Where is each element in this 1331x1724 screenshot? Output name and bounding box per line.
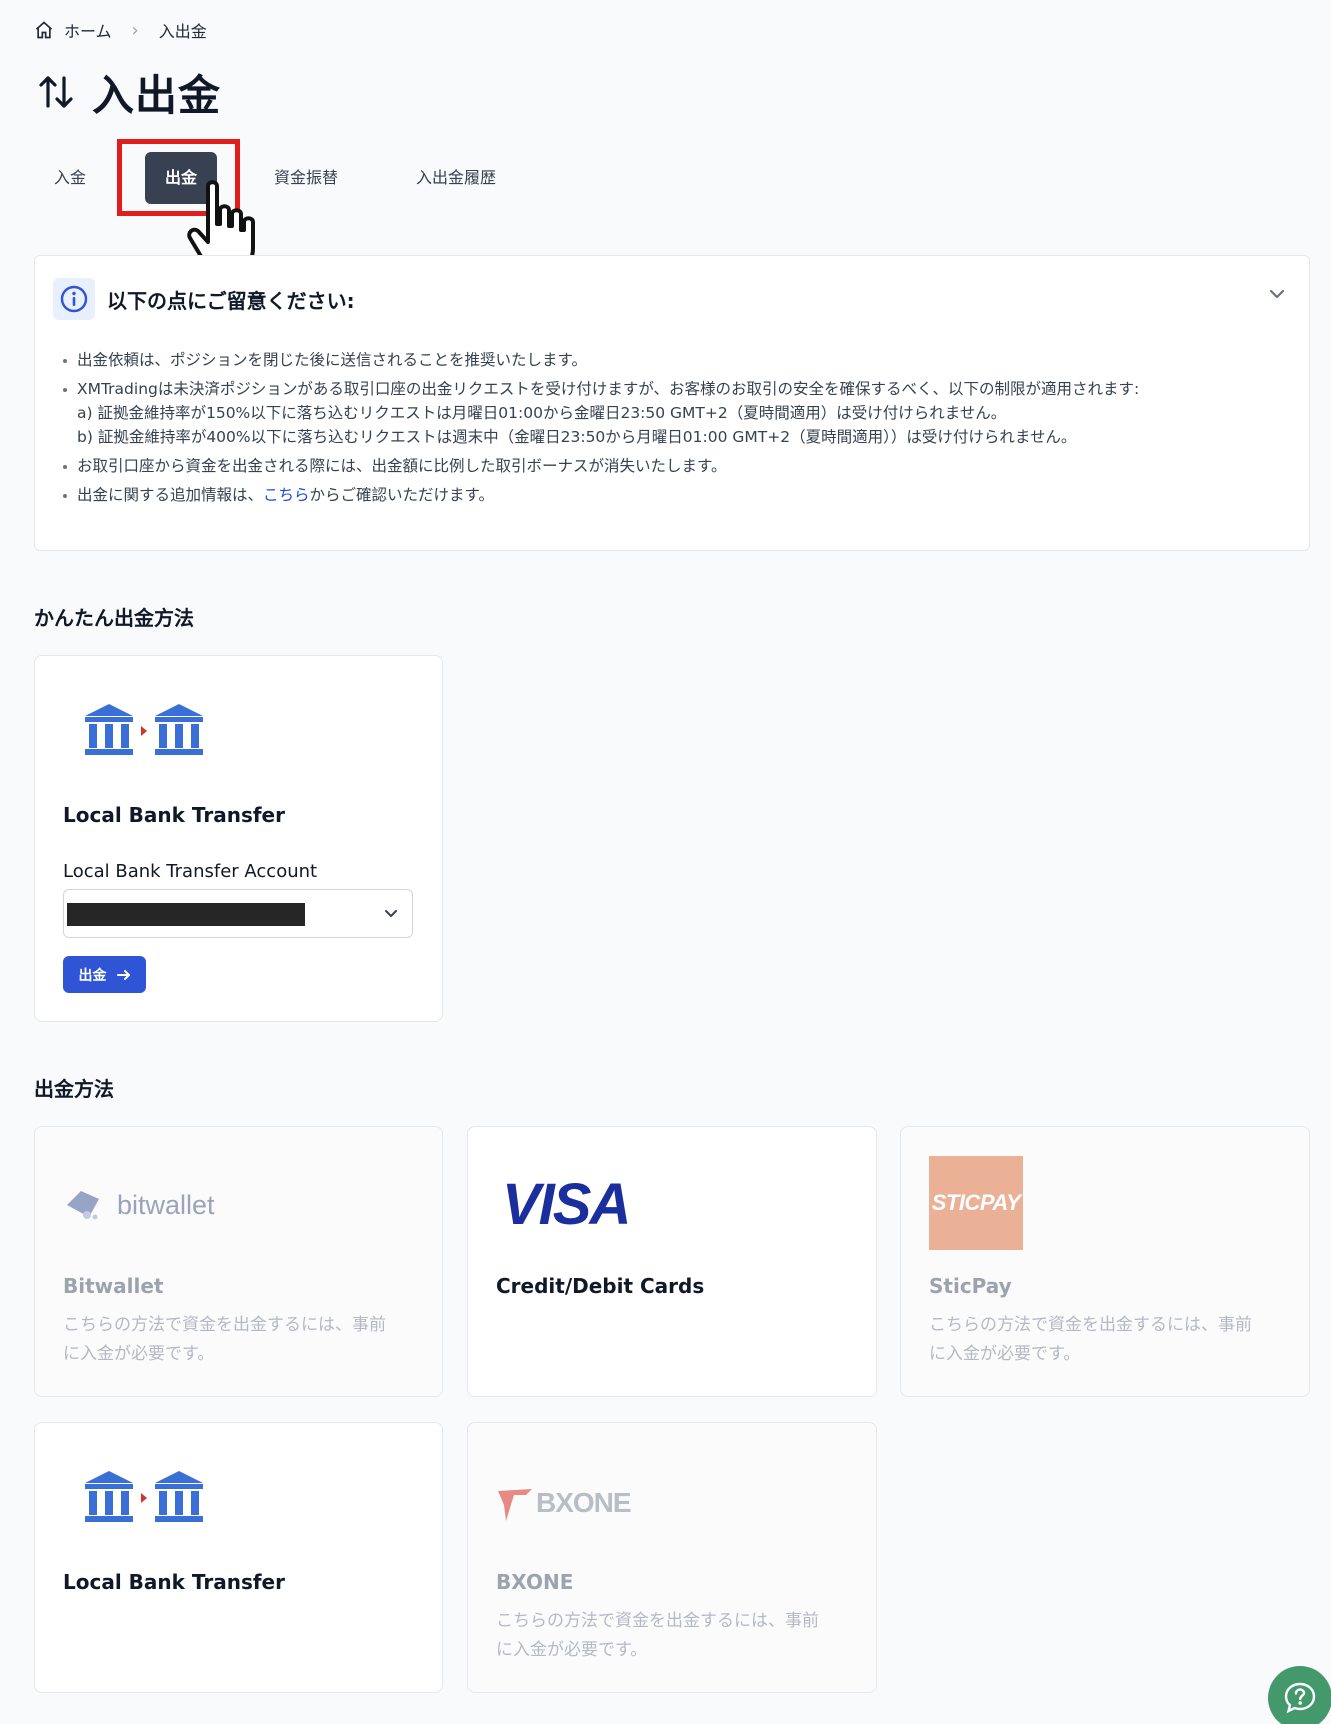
account-label: Local Bank Transfer Account <box>63 861 318 882</box>
notice-item: お取引口座から資金を出金される際には、出金額に比例した取引ボーナスが消失いたしま… <box>63 454 1289 478</box>
tab-deposit[interactable]: 入金 <box>54 152 86 204</box>
notice-item-text: お取引口座から資金を出金される際には、出金額に比例した取引ボーナスが消失いたしま… <box>77 457 727 475</box>
arrows-up-down-icon <box>39 76 73 108</box>
method-name: Local Bank Transfer <box>63 1570 285 1594</box>
method-name: BXONE <box>496 1570 574 1594</box>
account-select[interactable] <box>63 889 413 938</box>
notice-list: 出金依頼は、ポジションを閉じた後に送信されることを推奨いたします。 XMTrad… <box>63 348 1289 512</box>
home-icon[interactable] <box>34 20 54 40</box>
info-icon <box>60 285 88 313</box>
bitwallet-logo-text: bitwallet <box>117 1189 215 1220</box>
bxone-logo-icon <box>498 1489 532 1521</box>
method-name: SticPay <box>929 1274 1012 1298</box>
notice-item: XMTradingは未決済ポジションがある取引口座の出金リクエストを受け付けます… <box>63 377 1289 449</box>
page-title: 入出金 <box>92 70 222 120</box>
easy-withdrawal-heading: かんたん出金方法 <box>34 606 194 630</box>
redacted-account-value <box>67 903 305 926</box>
tab-internal-transfer[interactable]: 資金振替 <box>274 152 338 204</box>
breadcrumb-separator-icon: › <box>131 19 139 41</box>
bank-transfer-logo-icon <box>85 1471 203 1522</box>
method-name: Bitwallet <box>63 1274 164 1298</box>
info-badge <box>53 278 95 320</box>
method-note: こちらの方法で資金を出金するには、事前に入金が必要です。 <box>929 1315 1252 1364</box>
visa-logo: VISA <box>502 1172 631 1237</box>
method-name: Credit/Debit Cards <box>496 1274 705 1298</box>
notice-item-text: からご確認いただけます。 <box>309 486 494 504</box>
more-info-link[interactable]: こちら <box>263 486 310 504</box>
tab-transaction-history[interactable]: 入出金履歴 <box>416 152 496 204</box>
notice-header: 以下の点にご留意ください: <box>53 278 355 320</box>
notice-item-text: XMTradingは未決済ポジションがある取引口座の出金リクエストを受け付けます… <box>77 380 1140 398</box>
help-button[interactable] <box>1268 1666 1331 1724</box>
method-note: こちらの方法で資金を出金するには、事前に入金が必要です。 <box>496 1611 819 1660</box>
method-name: Local Bank Transfer <box>63 803 285 827</box>
notice-item-text: 出金に関する追加情報は、 <box>77 486 264 504</box>
notice-subitem-a: a) 証拠金維持率が150%以下に落ち込むリクエストは月曜日01:00から金曜日… <box>77 404 1007 422</box>
method-card-credit-debit[interactable]: VISA Credit/Debit Cards <box>467 1126 877 1397</box>
breadcrumb-current: 入出金 <box>158 22 207 41</box>
question-mark-icon <box>1284 1682 1316 1714</box>
breadcrumb: ホーム › 入出金 <box>34 18 207 42</box>
arrow-right-icon <box>116 969 130 980</box>
method-card-bitwallet[interactable]: bitwallet Bitwallet こちらの方法で資金を出金するには、事前に… <box>34 1126 443 1397</box>
withdrawal-methods-heading: 出金方法 <box>34 1077 114 1101</box>
bank-transfer-logo-icon <box>85 704 203 755</box>
notice-item: 出金に関する追加情報は、こちらからご確認いただけます。 <box>63 483 1289 507</box>
bitwallet-logo: bitwallet <box>63 1187 215 1223</box>
bxone-logo-text: BXONE <box>536 1487 632 1518</box>
bxone-logo: BXONE <box>496 1483 632 1523</box>
page-header: 入出金 <box>36 62 221 122</box>
chevron-down-icon <box>385 910 397 918</box>
method-card-local-bank[interactable]: Local Bank Transfer <box>34 1422 443 1693</box>
withdraw-button-label: 出金 <box>78 966 107 983</box>
notice-item: 出金依頼は、ポジションを閉じた後に送信されることを推奨いたします。 <box>63 348 1289 372</box>
breadcrumb-home-link[interactable]: ホーム <box>64 18 112 42</box>
notice-subitem-b: b) 証拠金維持率が400%以下に落ち込むリクエストは週末中（金曜日23:50か… <box>77 428 1077 446</box>
sticpay-logo: STICPAY <box>929 1156 1023 1250</box>
method-card-bxone[interactable]: BXONE BXONE こちらの方法で資金を出金するには、事前に入金が必要です。 <box>467 1422 877 1693</box>
notice-title: 以下の点にご留意ください: <box>107 288 355 313</box>
easy-local-bank-card: Local Bank Transfer Local Bank Transfer … <box>34 655 443 1022</box>
bitwallet-logo-icon <box>67 1191 99 1220</box>
method-note: こちらの方法で資金を出金するには、事前に入金が必要です。 <box>63 1315 386 1364</box>
chevron-down-icon[interactable] <box>1267 286 1287 302</box>
notice-item-text: 出金依頼は、ポジションを閉じた後に送信されることを推奨いたします。 <box>77 351 587 369</box>
method-card-sticpay[interactable]: STICPAY SticPay こちらの方法で資金を出金するには、事前に入金が必… <box>900 1126 1310 1397</box>
withdraw-button[interactable]: 出金 <box>63 956 146 993</box>
notice-card: 以下の点にご留意ください: 出金依頼は、ポジションを閉じた後に送信されることを推… <box>34 255 1310 551</box>
